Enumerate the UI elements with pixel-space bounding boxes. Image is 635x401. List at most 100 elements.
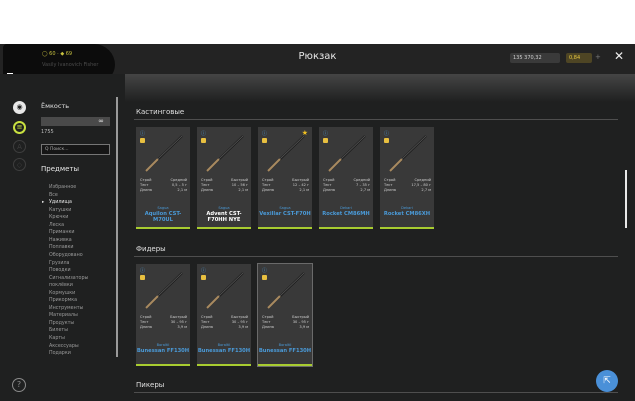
sidebar-category[interactable]: Карты — [49, 336, 65, 341]
rod-model: Bunessan FF130H — [136, 348, 190, 354]
section-title: Фидеры — [136, 245, 166, 253]
inventory-tab-icon[interactable]: ≡ — [13, 121, 26, 134]
add-currency-button[interactable]: + — [595, 53, 601, 61]
stat-label: Тест — [140, 183, 149, 187]
item-card[interactable]: ⓘ Строй Средний Тест 17,5 – 80 г Длина 2,7 м De… — [380, 127, 434, 229]
card-accent-bar — [136, 227, 190, 229]
stat-label: Длина — [201, 325, 213, 329]
stat-value: 2,1 м — [299, 188, 309, 192]
sidebar-category[interactable]: Подарки — [49, 351, 71, 356]
item-card[interactable]: ⓘ Строй Быстрый Тест 30 – 95 г Длина 3,9 м Bora… — [197, 264, 251, 366]
stat-row: Строй Средний — [323, 178, 370, 182]
sidebar-category[interactable]: Оборудовано — [49, 253, 83, 258]
cursor-mode-button[interactable]: ⇱ — [596, 370, 618, 392]
sidebar-category[interactable]: Поплавки — [49, 245, 74, 250]
search-input[interactable]: Q Поиск... — [41, 144, 110, 155]
section-divider — [134, 256, 618, 257]
sidebar-category[interactable]: Аксессуары — [49, 344, 79, 349]
capacity-count: 1755 — [41, 129, 54, 135]
sidebar-category[interactable]: Крючки — [49, 215, 68, 220]
stat-label: Длина — [262, 325, 274, 329]
item-card[interactable]: ⓘ ★ Строй Быстрый Тест 12 – 42 г Длина 2,1 м Sag… — [258, 127, 312, 229]
sidebar-category-label: Избранное — [49, 185, 77, 190]
sidebar-category-label: Аксессуары — [49, 343, 79, 349]
close-button[interactable]: ✕ — [614, 49, 624, 63]
stat-row: Тест 10 – 56 г — [201, 183, 248, 187]
sidebar-category[interactable]: Приманки — [49, 230, 74, 235]
backpack-tab-icon[interactable]: ◉ — [13, 101, 26, 114]
sidebar-category-label: Катушки — [49, 207, 72, 213]
stat-value: 17,5 – 80 г — [411, 183, 431, 187]
rod-brand: Boraltil — [278, 343, 292, 347]
rod-brand: Sagua — [157, 206, 169, 210]
capacity-value: ∞ — [98, 117, 104, 125]
sidebar-category[interactable]: ▸ Удилища — [42, 200, 72, 205]
stat-row: Длина 2,1 м — [140, 188, 187, 192]
section-title: Пикеры — [136, 381, 165, 389]
rod-brand: Sagua — [279, 206, 291, 210]
rod-model: Bunessan FF130H — [258, 348, 312, 354]
stat-row: Тест 12 – 42 г — [262, 183, 309, 187]
sidebar-category[interactable]: Инструменты — [49, 306, 83, 311]
sidebar-category-label: Леска — [49, 222, 65, 228]
sidebar-category[interactable]: Грузила — [49, 261, 69, 266]
silver-balance: 135 370,32 — [510, 53, 560, 63]
sidebar-category[interactable]: Прикормка — [49, 298, 77, 303]
rod-brand: Dekari — [340, 206, 352, 210]
sidebar-category[interactable]: Материалы — [49, 313, 78, 318]
capacity-label: Ёмкость — [41, 102, 70, 110]
stat-label: Тест — [262, 320, 271, 324]
content-scrollbar[interactable] — [625, 170, 627, 228]
sidebar-category[interactable]: Леска — [49, 223, 64, 228]
stat-row: Тест 30 – 95 г — [140, 320, 187, 324]
stat-value: 30 – 95 г — [231, 320, 248, 324]
item-card[interactable]: ⓘ Строй Быстрый Тест 30 – 95 г Длина 3,9 м Bora… — [136, 264, 190, 366]
stat-value: Быстрый — [231, 178, 248, 182]
top-glow — [125, 74, 635, 102]
tab-4-icon[interactable]: ◇ — [13, 158, 26, 171]
stat-label: Строй — [201, 315, 213, 319]
item-card[interactable]: ⓘ Строй Быстрый Тест 30 – 95 г Длина 3,9 м Bora… — [257, 263, 313, 367]
rod-model: Rocket CM86XH — [383, 211, 431, 217]
card-accent-bar — [197, 227, 251, 229]
sidebar-category[interactable]: поклёвки — [49, 283, 73, 288]
rod-brand: Boraltil — [156, 343, 170, 347]
rod-image — [389, 135, 427, 172]
sidebar-category-label: Поводки — [49, 268, 71, 274]
stat-row: Длина 2,1 м — [201, 188, 248, 192]
stat-value: 10 – 56 г — [231, 183, 248, 187]
sidebar-category[interactable]: Продукты — [49, 321, 74, 326]
rod-brand: Dekari — [401, 206, 413, 210]
stat-value: Быстрый — [231, 315, 248, 319]
sidebar-category[interactable]: Сигнализаторы — [49, 276, 88, 281]
rod-image — [267, 135, 305, 172]
card-accent-bar — [136, 364, 190, 366]
sidebar-category[interactable]: Поводки — [49, 268, 71, 273]
stat-value: 2,7 м — [360, 188, 370, 192]
sidebar-category[interactable]: Билеты — [49, 328, 68, 333]
sidebar-scrollbar[interactable] — [116, 97, 118, 357]
tab-3-icon[interactable]: A — [13, 140, 26, 153]
sidebar-category[interactable]: Все — [49, 193, 58, 198]
stat-row: Длина 3,9 м — [262, 325, 309, 329]
sidebar-category[interactable]: Наживка — [49, 238, 72, 243]
stat-row: Тест 30 – 95 г — [262, 320, 309, 324]
sidebar-category-label: Оборудовано — [49, 252, 83, 258]
stat-value: Средний — [170, 178, 187, 182]
stat-value: 30 – 95 г — [292, 320, 309, 324]
stat-label: Строй — [201, 178, 213, 182]
sidebar-category[interactable]: Катушки — [49, 208, 71, 213]
section-divider — [134, 119, 618, 120]
rod-image — [145, 272, 183, 309]
item-card[interactable]: ⓘ Строй Средний Тест 7 – 35 г Длина 2,7 м Dekar… — [319, 127, 373, 229]
stat-value: 3,9 м — [177, 325, 187, 329]
item-card[interactable]: ⓘ Строй Быстрый Тест 10 – 56 г Длина 2,1 м Sagu… — [197, 127, 251, 229]
sidebar-category[interactable]: Избранное — [49, 185, 76, 190]
stat-label: Тест — [201, 183, 210, 187]
stat-row: Длина 3,9 м — [201, 325, 248, 329]
help-button[interactable]: ? — [12, 378, 26, 392]
item-card[interactable]: ⓘ Строй Средний Тест 0,5 – 5 г Длина 2,1 м Sagu… — [136, 127, 190, 229]
stat-row: Длина 3,9 м — [140, 325, 187, 329]
sidebar-category-label: Грузила — [49, 260, 70, 266]
sidebar-category[interactable]: Кормушки — [49, 291, 75, 296]
